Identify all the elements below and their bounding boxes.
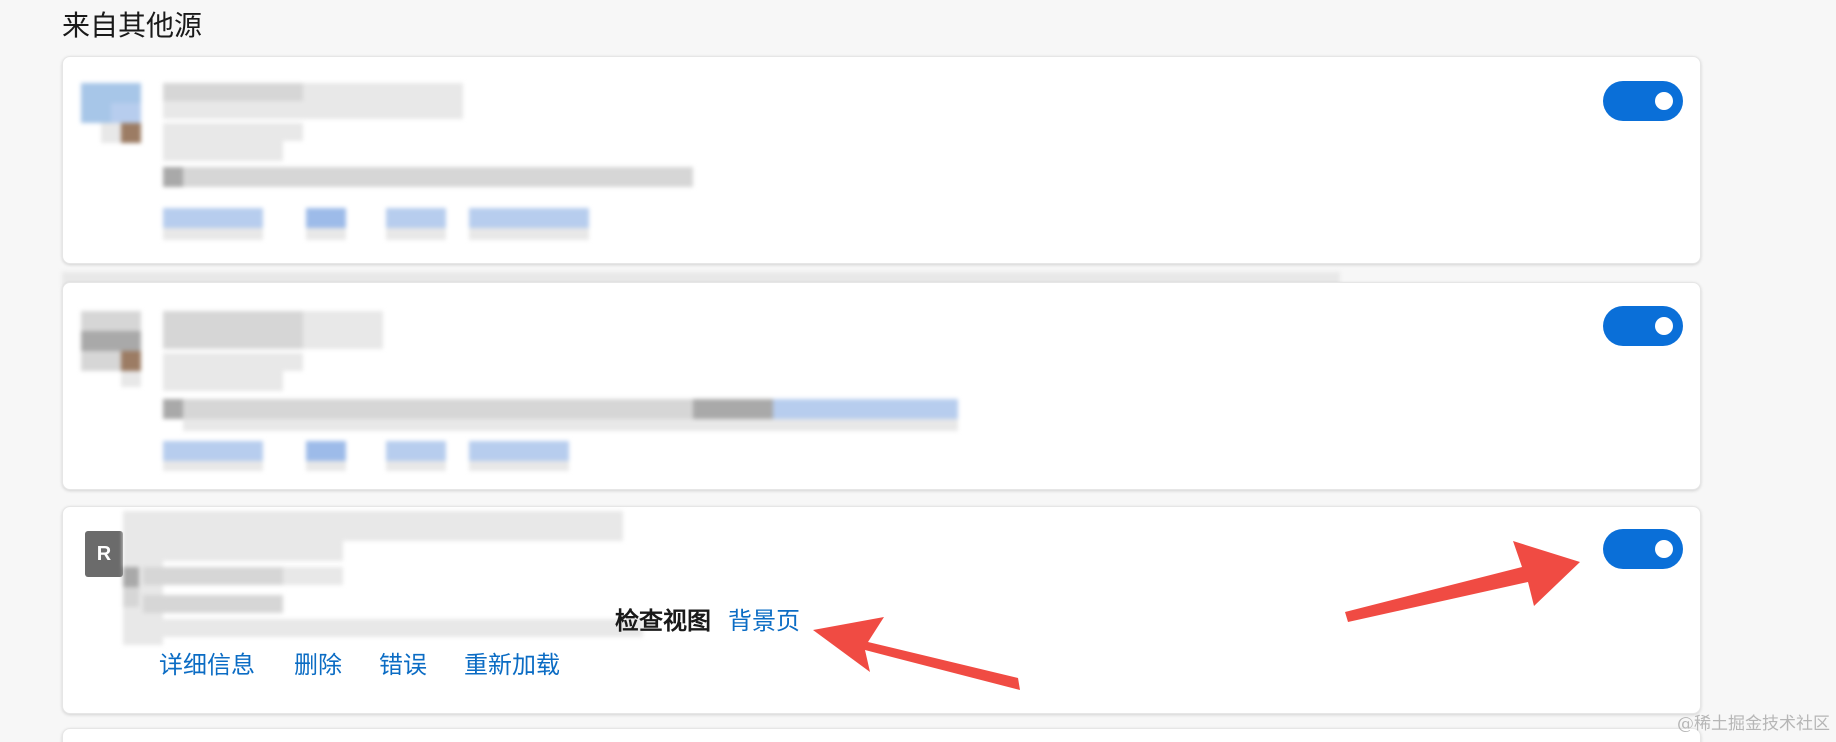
watermark: @稀土掘金技术社区 (1677, 714, 1830, 734)
extensions-page: 来自其他源 R 检查视图 背景页 详细信息 删除 错误 重新加载 @稀土掘金技术… (0, 0, 1836, 742)
arrow-to-toggle-icon (1345, 541, 1580, 622)
annotation-arrows (813, 541, 1580, 690)
arrow-to-background-page-icon (813, 617, 1020, 690)
